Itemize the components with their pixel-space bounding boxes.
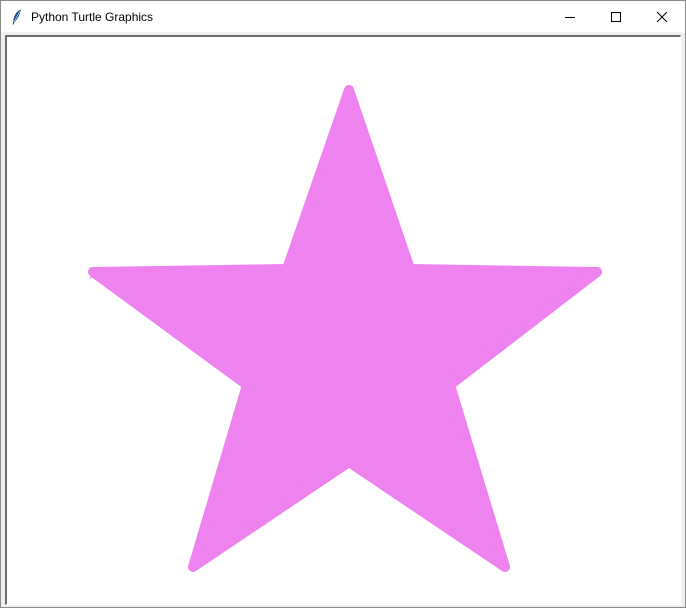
maximize-icon bbox=[611, 11, 621, 22]
minimize-button[interactable] bbox=[547, 1, 593, 32]
window-title: Python Turtle Graphics bbox=[31, 9, 154, 24]
close-button[interactable] bbox=[639, 1, 685, 32]
feather-icon bbox=[9, 8, 25, 25]
turtle-canvas[interactable] bbox=[7, 37, 680, 604]
maximize-button[interactable] bbox=[593, 1, 639, 32]
turtle-window: Python Turtle Graphics bbox=[0, 0, 686, 608]
star-shape bbox=[88, 85, 602, 572]
window-controls bbox=[547, 1, 685, 32]
minimize-icon bbox=[565, 16, 575, 18]
close-icon bbox=[656, 11, 668, 22]
canvas-frame bbox=[5, 35, 681, 605]
title-bar[interactable]: Python Turtle Graphics bbox=[1, 1, 685, 32]
